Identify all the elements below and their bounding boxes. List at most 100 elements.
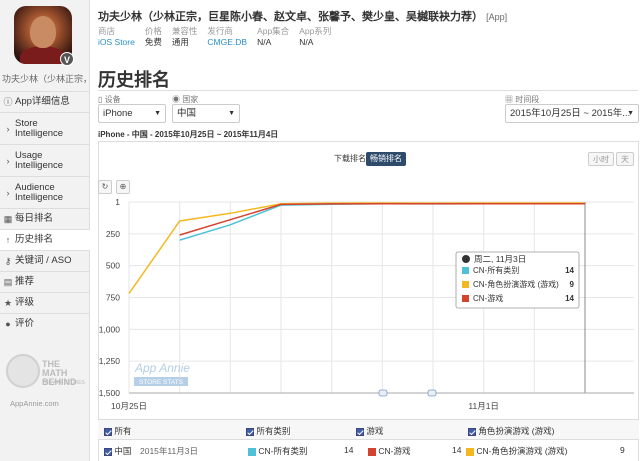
meta-label: App集合 (257, 26, 290, 36)
legend-date: 2015年11月3日 (140, 446, 198, 456)
sidebar-item-3[interactable]: › Audience Intelligence (0, 176, 90, 208)
logo-url[interactable]: AppAnnie.com (10, 399, 59, 408)
divider (98, 90, 638, 91)
device-label-text: 设备 (104, 95, 121, 104)
meta-col: 商店 iOS Store (98, 26, 135, 48)
cat-games-header[interactable]: 游戏 (356, 425, 383, 437)
sidebar-item-label: Audience Intelligence (15, 181, 64, 203)
star-icon: ★ (3, 298, 13, 308)
book-icon: ▤ (3, 277, 13, 287)
chevron-right-icon: › (6, 155, 10, 166)
sidebar-item-label: 评级 (15, 297, 35, 308)
country-cell[interactable]: 中国 (104, 445, 131, 457)
device-select[interactable]: iPhone ▼ (98, 104, 166, 123)
sidebar: V 功夫少林（少林正宗，... ⓘApp详细信息 › Store Intellige… (0, 0, 90, 461)
calendar-icon: ▦ (3, 214, 13, 224)
cat-all-label: 所有类别 (256, 426, 291, 436)
legend-games-cell: CN-游戏 (368, 445, 410, 457)
day-toggle[interactable]: 天 (616, 152, 634, 166)
country-select[interactable]: 中国 ▼ (172, 104, 240, 123)
app-name: 功夫少林（少林正宗，巨星陈小春、赵文卓、张馨予、樊少皇、吴樾联袂力荐） (98, 11, 483, 23)
meta-value[interactable]: CMGE.DB (207, 37, 247, 48)
chevron-down-icon: ▼ (154, 110, 161, 117)
hour-toggle[interactable]: 小时 (588, 152, 614, 166)
range-value: 2015年10月25日 ~ 2015年... (510, 108, 631, 119)
sidebar-item-4[interactable]: ▦ 每日排名 (0, 208, 90, 229)
arrow-up-icon: ↑ (5, 235, 11, 245)
checkbox-icon[interactable] (246, 427, 254, 436)
sidebar-item-0[interactable]: ⓘ App详细信息 (0, 91, 90, 112)
meta-value: N/A (299, 37, 314, 47)
series-swatch (368, 447, 376, 456)
meta-col: App集合 N/A (257, 26, 289, 48)
logo-line1: THE MATH (42, 359, 68, 378)
legend-data-row: 中国 2015年11月3日 CN-所有类别 14 CN-游戏 14 CN-角色扮… (98, 439, 639, 459)
country-value: 中国 (177, 108, 197, 119)
sidebar-item-9[interactable]: ● 评价 (0, 313, 90, 334)
cat-rpg-label: 角色扮演游戏 (游戏) (478, 426, 555, 436)
sidebar-item-7[interactable]: ▤ 推荐 (0, 271, 90, 292)
chart-subtitle: iPhone - 中国 - 2015年10月25日 ~ 2015年11月4日 (98, 130, 279, 139)
sidebar-item-6[interactable]: ⚷ 关键词 / ASO (0, 250, 90, 271)
country-label-text: 国家 (182, 95, 199, 104)
chevron-right-icon: › (6, 123, 10, 134)
checkbox-icon[interactable] (468, 427, 476, 436)
meta-label: App系列 (299, 26, 332, 36)
cat-rpg-header[interactable]: 角色扮演游戏 (游戏) (468, 425, 554, 437)
all-label: 所有 (114, 426, 132, 436)
sidebar-app-title: 功夫少林（少林正宗，... (2, 74, 88, 84)
legend-all-value: 14 (344, 445, 354, 455)
legend-games-name: CN-游戏 (378, 446, 411, 456)
legend-rpg-cell: CN-角色扮演游戏 (游戏) (466, 445, 568, 457)
meta-value: 通用 (171, 37, 189, 47)
meta-value: N/A (257, 37, 272, 47)
meta-col: 发行商 CMGE.DB (207, 26, 247, 48)
sidebar-item-label: Usage Intelligence (15, 149, 64, 171)
checkbox-icon[interactable] (104, 447, 112, 456)
series-swatch (248, 447, 256, 456)
cat-games-label: 游戏 (366, 426, 384, 436)
meta-label: 兼容性 (171, 26, 198, 36)
app-icon-robe (20, 46, 66, 64)
sidebar-item-label: 评价 (15, 318, 35, 329)
select-all-cell[interactable]: 所有 (104, 425, 131, 437)
date-range-select[interactable]: 2015年10月25日 ~ 2015年... ▼ (505, 104, 639, 123)
app-meta: 商店 iOS Store 价格 免费 兼容性 通用 发行商 CMGE.DB App集合 N/A Ap… (98, 26, 341, 48)
key-icon: ⚷ (4, 256, 12, 266)
legend-all-name: CN-所有类别 (258, 446, 308, 456)
legend-header-row: 所有 所有类别 游戏 角色扮演游戏 (游戏) (98, 419, 639, 439)
reset-zoom-icon[interactable]: ↻ (98, 180, 112, 194)
comment-icon: ● (5, 319, 11, 329)
chart-panel (98, 141, 639, 461)
page-title: 历史排名 (98, 70, 170, 90)
sidebar-item-label: 每日排名 (15, 213, 54, 224)
meta-label: 商店 (98, 26, 116, 36)
sidebar-item-8[interactable]: ★ 评级 (0, 292, 90, 313)
sidebar-item-2[interactable]: › Usage Intelligence (0, 144, 90, 176)
zoom-icon[interactable]: ⊕ (116, 180, 130, 194)
chevron-right-icon: › (6, 187, 10, 198)
sidebar-item-label: 推荐 (15, 276, 35, 287)
sidebar-item-label: Store Intelligence (15, 117, 64, 139)
sidebar-item-label: 关键词 / ASO (15, 255, 72, 266)
cat-all-header[interactable]: 所有类别 (246, 425, 290, 437)
verified-badge: V (60, 52, 74, 66)
checkbox-icon[interactable] (356, 427, 364, 436)
meta-value[interactable]: iOS Store (98, 37, 135, 48)
meta-value: 免费 (144, 37, 162, 47)
checkbox-icon[interactable] (104, 427, 112, 436)
main-content: 功夫少林（少林正宗，巨星陈小春、赵文卓、张馨予、樊少皇、吴樾联袂力荐） [App… (98, 0, 640, 461)
legend-games-value: 14 (452, 445, 462, 455)
meta-col: App系列 N/A (299, 26, 331, 48)
sidebar-nav: ⓘ App详细信息 › Store Intelligence › Usage Intell… (0, 91, 90, 334)
sidebar-item-1[interactable]: › Store Intelligence (0, 112, 90, 144)
app-annie-logo: THE MATH BEHIND THE APP STORES AppAnnie.… (4, 354, 86, 410)
range-label-text: 时间段 (515, 95, 540, 104)
app-annie-mascot (6, 354, 40, 388)
grossing-rank-toggle[interactable]: 畅销排名 (366, 152, 406, 166)
sidebar-item-5[interactable]: ↑ 历史排名 (0, 229, 90, 250)
download-rank-toggle[interactable]: 下载排名 (330, 152, 370, 166)
meta-label: 价格 (144, 26, 162, 36)
app-title: 功夫少林（少林正宗，巨星陈小春、赵文卓、张馨予、樊少皇、吴樾联袂力荐） [App… (98, 8, 507, 24)
logo-line3: THE APP STORES (42, 380, 85, 386)
